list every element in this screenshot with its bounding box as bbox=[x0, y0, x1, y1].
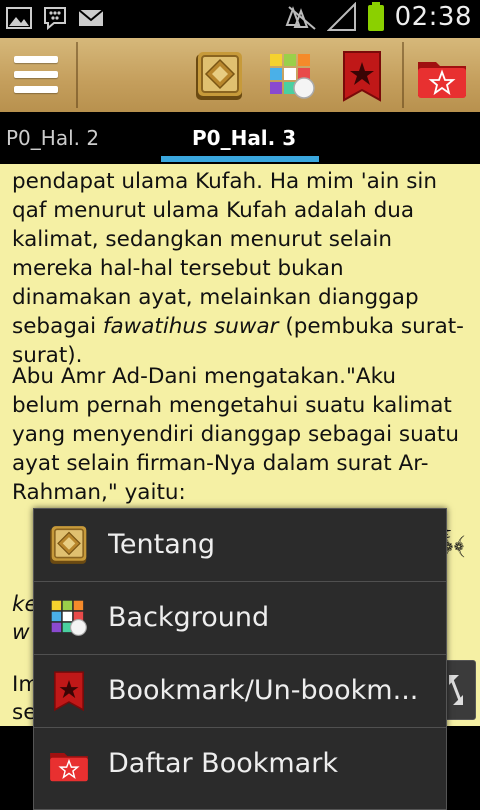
quran-book-icon bbox=[50, 526, 87, 564]
status-clock: 02:38 bbox=[394, 2, 472, 32]
menu-item-daftar-bookmark[interactable]: Daftar Bookmark bbox=[34, 728, 446, 800]
background-palette-icon bbox=[270, 54, 315, 99]
bookmark-folder-icon bbox=[50, 753, 88, 782]
notification-icons bbox=[6, 6, 104, 30]
menu-item-tentang[interactable]: Tentang bbox=[34, 509, 446, 581]
signal-icon bbox=[326, 2, 356, 31]
quran-book-icon bbox=[196, 52, 242, 100]
menu-item-bookmark[interactable]: Bookmark/Un-bookm... bbox=[34, 655, 446, 727]
battery-icon bbox=[367, 2, 384, 31]
mail-icon bbox=[78, 9, 104, 26]
bookmark-list-button[interactable] bbox=[414, 48, 470, 104]
tab-indicator bbox=[161, 156, 319, 162]
paragraph-2: Abu Amr Ad-Dani mengatakan."Aku belum pe… bbox=[12, 364, 459, 505]
menu-item-background[interactable]: Background bbox=[34, 582, 446, 654]
menu-item-label: Bookmark/Un-bookm... bbox=[108, 675, 419, 706]
bookmark-star-icon bbox=[343, 51, 381, 102]
action-bar-divider bbox=[402, 42, 404, 108]
system-icons: 02:38 bbox=[285, 2, 472, 32]
menu-item-label: Tentang bbox=[108, 529, 216, 560]
menu-button[interactable] bbox=[0, 38, 76, 112]
about-button[interactable] bbox=[192, 48, 248, 104]
action-bar bbox=[0, 38, 480, 114]
network-icon bbox=[285, 6, 316, 30]
bookmark-star-icon bbox=[54, 671, 84, 712]
status-bar: 02:38 bbox=[0, 0, 480, 38]
menu-item-label: Daftar Bookmark bbox=[108, 748, 338, 779]
tab-page-2[interactable]: P0_Hal. 2 bbox=[6, 112, 99, 164]
options-popup-menu: Tentang Background Bookmark/Un-bookm... bbox=[33, 508, 447, 810]
bbm-icon bbox=[44, 7, 66, 30]
action-bar-divider bbox=[76, 42, 78, 108]
image-icon bbox=[6, 7, 32, 29]
text-fragment-w: w bbox=[12, 620, 30, 645]
background-button[interactable] bbox=[264, 48, 320, 104]
paragraph-1: pendapat ulama Kufah. Ha mim 'ain sin qa… bbox=[0, 167, 480, 370]
paragraph-1-italic: fawatihus suwar bbox=[102, 314, 279, 339]
bookmark-button[interactable] bbox=[334, 48, 390, 104]
bookmark-folder-icon bbox=[418, 62, 466, 98]
background-palette-icon bbox=[51, 600, 87, 636]
menu-item-label: Background bbox=[108, 602, 270, 633]
